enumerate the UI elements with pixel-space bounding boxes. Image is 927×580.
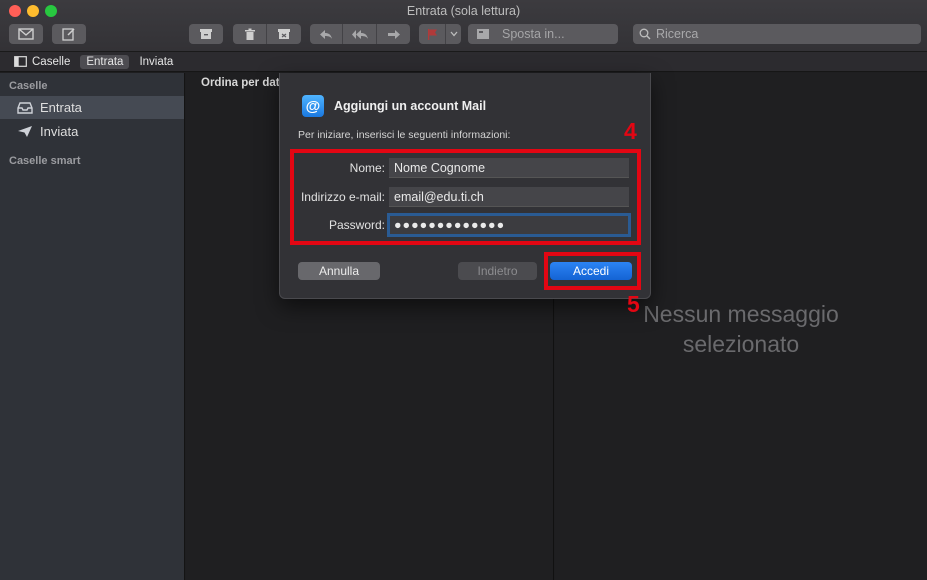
delete-junk-group xyxy=(233,24,301,44)
flag-menu-button[interactable] xyxy=(446,24,461,44)
sidebar-item-inbox[interactable]: Entrata xyxy=(0,96,184,119)
back-button[interactable]: Indietro xyxy=(458,262,537,280)
junk-icon xyxy=(278,29,290,39)
reply-group xyxy=(310,24,410,44)
search-icon xyxy=(639,28,651,40)
move-icon xyxy=(477,29,489,39)
reply-icon xyxy=(320,29,332,39)
favorites-bar: Caselle Entrata Inviata xyxy=(0,52,927,72)
annotation-step-4: 4 xyxy=(624,118,637,144)
sent-icon xyxy=(18,126,32,137)
sidebar-item-sent[interactable]: Inviata xyxy=(0,120,184,143)
move-to-label: Sposta in... xyxy=(502,27,565,41)
sidebar-toggle-icon xyxy=(14,56,27,67)
cancel-button[interactable]: Annulla xyxy=(298,262,380,280)
chevron-down-icon xyxy=(450,31,457,37)
archive-button[interactable] xyxy=(189,24,223,44)
delete-button[interactable] xyxy=(233,24,267,44)
window-titlebar: Entrata (sola lettura) Sposta in... Rice… xyxy=(0,0,927,52)
favorites-sent-label: Inviata xyxy=(139,55,174,68)
at-sign-icon: @ xyxy=(302,95,324,117)
flag-icon xyxy=(427,29,437,40)
dialog-subtitle: Per iniziare, inserisci le seguenti info… xyxy=(298,129,511,141)
reply-all-button[interactable] xyxy=(343,24,377,44)
sidebar-section-mailboxes: Caselle xyxy=(9,80,48,92)
favorites-sent-button[interactable]: Inviata xyxy=(139,56,173,68)
annotation-login-highlight xyxy=(544,252,641,290)
compose-button[interactable] xyxy=(52,24,86,44)
annotation-step-5: 5 xyxy=(627,291,640,317)
annotation-fields-highlight xyxy=(290,149,641,245)
reply-all-icon xyxy=(351,29,368,39)
search-field[interactable] xyxy=(633,24,921,44)
window-title: Entrata (sola lettura) xyxy=(406,4,521,18)
trash-icon xyxy=(244,28,255,40)
sidebar-section-smart: Caselle smart xyxy=(9,155,81,167)
archive-icon xyxy=(200,29,212,39)
envelope-icon xyxy=(18,28,34,40)
flag-button[interactable] xyxy=(419,24,446,44)
no-message-line-2: selezionato xyxy=(682,331,800,357)
sidebar-item-label: Entrata xyxy=(40,100,82,115)
flag-group xyxy=(419,24,461,44)
reply-button[interactable] xyxy=(310,24,343,44)
junk-button[interactable] xyxy=(267,24,301,44)
favorites-inbox-button[interactable]: Entrata xyxy=(80,54,130,69)
get-mail-button[interactable] xyxy=(9,24,43,44)
forward-icon xyxy=(387,29,400,39)
search-input[interactable] xyxy=(656,27,906,41)
favorites-mailboxes-button[interactable]: Caselle xyxy=(14,56,70,68)
dialog-title: Aggiungi un account Mail xyxy=(334,99,487,113)
inbox-icon xyxy=(17,101,33,114)
move-to-button[interactable]: Sposta in... xyxy=(468,24,618,44)
compose-icon xyxy=(62,28,75,41)
no-message-line-1: Nessun messaggio xyxy=(643,301,839,327)
favorites-inbox-label: Entrata xyxy=(86,55,124,68)
sidebar-item-label: Inviata xyxy=(40,124,79,139)
favorites-mailboxes-label: Caselle xyxy=(32,55,71,68)
no-message-placeholder: Nessun messaggio selezionato xyxy=(555,299,927,359)
sidebar: Caselle Entrata Inviata Caselle smart xyxy=(0,73,185,580)
forward-button[interactable] xyxy=(377,24,410,44)
